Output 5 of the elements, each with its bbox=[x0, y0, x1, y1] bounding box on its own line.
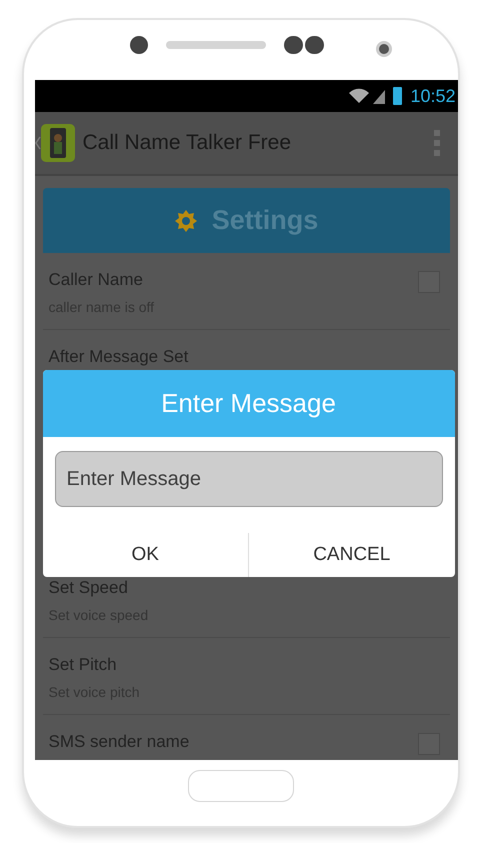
status-time: 10:52 bbox=[410, 84, 456, 108]
message-field[interactable]: Enter Message bbox=[54, 451, 442, 507]
dialog-button[interactable]: CANCEL bbox=[309, 540, 394, 570]
dialog-title: Enter Message bbox=[161, 387, 336, 420]
dialog-button[interactable]: OK bbox=[128, 540, 163, 570]
